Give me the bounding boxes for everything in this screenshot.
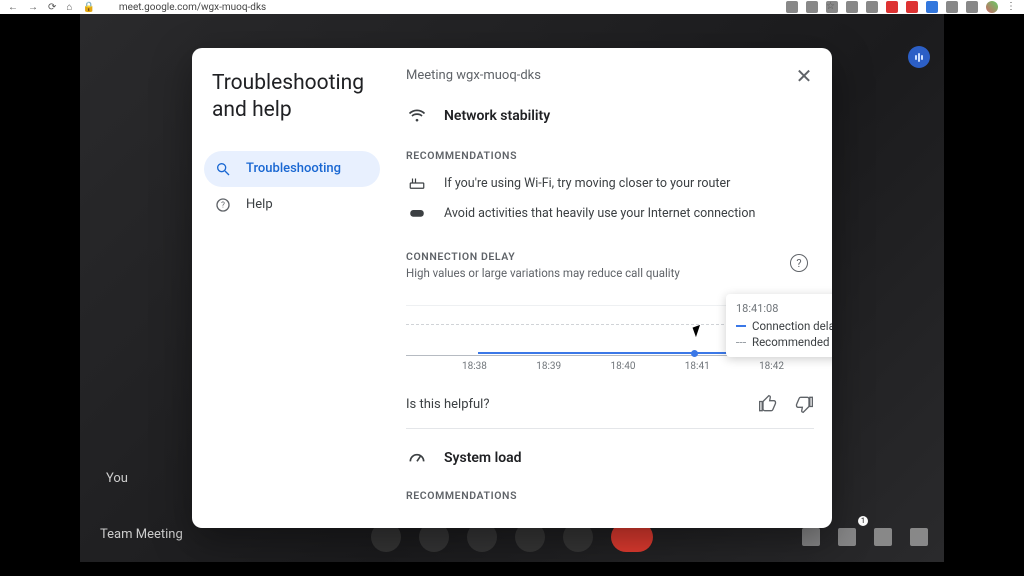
close-button[interactable]: ✕ bbox=[790, 62, 818, 90]
recommendation-row: If you're using Wi-Fi, try moving closer… bbox=[406, 174, 814, 192]
section-network: Network stability bbox=[406, 105, 814, 127]
ext-icon[interactable] bbox=[786, 1, 798, 13]
nav-buttons: ← → ⟳ ⌂ 🔒 bbox=[8, 2, 95, 13]
recommendations-header: RECOMMENDATIONS bbox=[406, 489, 814, 502]
dialog-title: Troubleshooting and help bbox=[212, 70, 376, 125]
avatar[interactable] bbox=[986, 1, 998, 13]
ext-icon[interactable] bbox=[946, 1, 958, 13]
info-help-button[interactable]: ? bbox=[790, 254, 808, 272]
dialog-content: ✕ Meeting wgx-muoq-dks Network stability… bbox=[388, 48, 832, 528]
people-icon[interactable] bbox=[838, 528, 856, 546]
reload-icon[interactable]: ⟳ bbox=[48, 2, 56, 13]
ext-icon[interactable] bbox=[806, 1, 818, 13]
wifi-icon bbox=[406, 105, 428, 127]
section-title: Network stability bbox=[444, 108, 550, 124]
feedback-question: Is this helpful? bbox=[406, 397, 489, 412]
audio-activity-icon bbox=[908, 46, 930, 68]
chart-tooltip: 18:41:08 Connection delay 24 ms Recommen… bbox=[726, 294, 832, 357]
extension-icons: ☆ ⋮ bbox=[786, 1, 1016, 13]
meeting-id-label: Meeting wgx-muoq-dks bbox=[406, 68, 814, 83]
recommendation-row: Avoid activities that heavily use your I… bbox=[406, 204, 814, 222]
series-swatch-icon bbox=[736, 342, 746, 343]
x-axis-ticks: 18:38 18:39 18:40 18:41 18:42 bbox=[406, 361, 814, 372]
forward-icon[interactable]: → bbox=[28, 2, 38, 13]
thumbs-down-button[interactable] bbox=[794, 394, 814, 414]
ext-icon[interactable] bbox=[846, 1, 858, 13]
back-icon[interactable]: ← bbox=[8, 2, 18, 13]
gamepad-icon bbox=[406, 204, 428, 222]
router-icon bbox=[406, 174, 428, 192]
recommendation-text: Avoid activities that heavily use your I… bbox=[444, 206, 755, 221]
ext-icon[interactable] bbox=[886, 1, 898, 13]
ext-icon[interactable] bbox=[926, 1, 938, 13]
browser-chrome: ← → ⟳ ⌂ 🔒 meet.google.com/wgx-muoq-dks ☆… bbox=[0, 0, 1024, 14]
ext-icon[interactable] bbox=[866, 1, 878, 13]
sidebar-item-troubleshooting[interactable]: Troubleshooting bbox=[204, 151, 380, 187]
connection-delay-header: CONNECTION DELAY bbox=[406, 250, 814, 263]
connection-delay-subtext: High values or large variations may redu… bbox=[406, 266, 814, 280]
mouse-cursor-icon bbox=[694, 326, 702, 338]
lock-icon: 🔒 bbox=[82, 2, 94, 13]
home-icon[interactable]: ⌂ bbox=[66, 2, 72, 13]
self-tile-label: You bbox=[106, 471, 128, 486]
ext-icon[interactable]: ☆ bbox=[826, 1, 838, 13]
activities-icon[interactable] bbox=[910, 528, 928, 546]
ext-icon[interactable] bbox=[906, 1, 918, 13]
sidebar-item-help[interactable]: ? Help bbox=[204, 187, 380, 223]
recommendations-header: RECOMMENDATIONS bbox=[406, 149, 814, 162]
ext-icon[interactable] bbox=[966, 1, 978, 13]
sidebar-item-label: Help bbox=[246, 197, 273, 212]
tooltip-label: Connection delay bbox=[752, 319, 832, 333]
tooltip-time: 18:41:08 bbox=[736, 302, 832, 315]
recommendation-text: If you're using Wi-Fi, try moving closer… bbox=[444, 176, 730, 191]
meet-stage: You Team Meeting 1 Troubleshooting and h… bbox=[80, 14, 944, 562]
feedback-row: Is this helpful? bbox=[406, 394, 814, 414]
thumbs-up-button[interactable] bbox=[758, 394, 778, 414]
series-swatch-icon bbox=[736, 325, 746, 327]
address-bar[interactable]: meet.google.com/wgx-muoq-dks bbox=[119, 2, 266, 13]
help-circle-icon: ? bbox=[214, 196, 232, 214]
magnifier-gear-icon bbox=[214, 160, 232, 178]
chat-icon[interactable] bbox=[874, 528, 892, 546]
tooltip-label: Recommended value bbox=[752, 335, 832, 349]
close-icon: ✕ bbox=[796, 64, 813, 88]
active-point bbox=[691, 350, 698, 357]
info-icon[interactable] bbox=[802, 528, 820, 546]
gauge-icon bbox=[406, 447, 428, 469]
kebab-icon[interactable]: ⋮ bbox=[1006, 1, 1016, 13]
sidebar-item-label: Troubleshooting bbox=[246, 161, 341, 176]
section-title: System load bbox=[444, 450, 522, 466]
troubleshooting-dialog: Troubleshooting and help Troubleshooting… bbox=[192, 48, 832, 528]
dialog-sidebar: Troubleshooting and help Troubleshooting… bbox=[192, 48, 388, 528]
section-system-load: System load bbox=[406, 447, 814, 469]
svg-text:?: ? bbox=[221, 200, 225, 209]
